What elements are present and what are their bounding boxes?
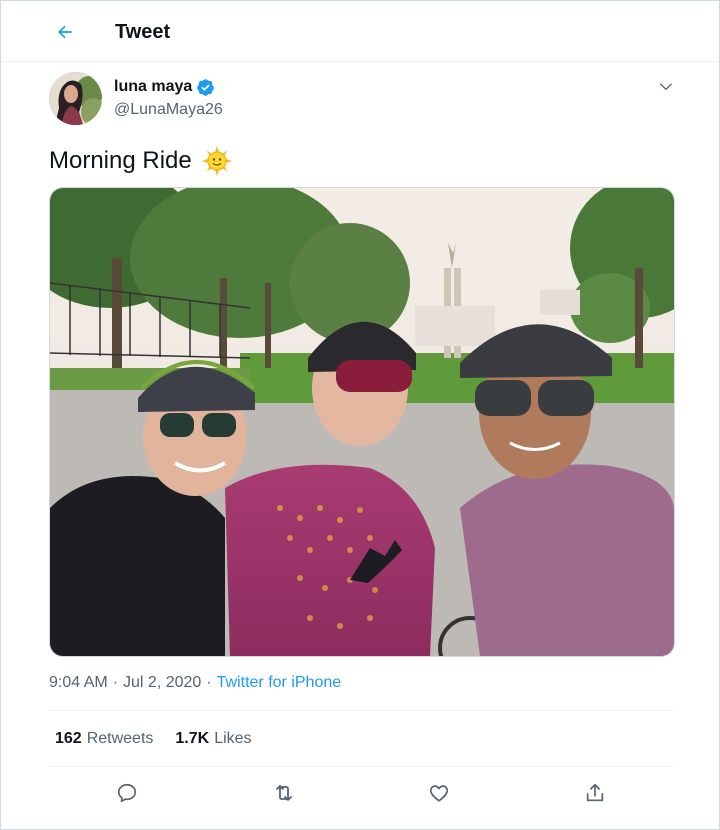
like-button[interactable] (425, 779, 453, 807)
tweet-meta: 9:04 AM · Jul 2, 2020 · Twitter for iPho… (49, 673, 341, 693)
tweet-date[interactable]: Jul 2, 2020 (123, 673, 201, 693)
share-button[interactable] (581, 779, 609, 807)
avatar[interactable] (49, 72, 102, 125)
tweet-source-link[interactable]: Twitter for iPhone (217, 673, 342, 693)
more-options-button[interactable] (655, 75, 677, 97)
verified-badge-icon (196, 78, 215, 97)
author-name[interactable]: luna maya (114, 77, 215, 97)
retweets-stat[interactable]: 162 Retweets (55, 729, 153, 749)
page-header: Tweet (1, 1, 719, 62)
heart-icon (428, 782, 450, 804)
meta-separator: · (206, 674, 212, 691)
chevron-down-icon (658, 78, 674, 94)
divider (49, 766, 673, 767)
likes-stat[interactable]: 1.7K Likes (175, 729, 251, 749)
tweet-time[interactable]: 9:04 AM (49, 673, 108, 693)
likes-count: 1.7K (175, 730, 210, 747)
tweet-page: Tweet luna maya @LunaMaya26 Morning Ride… (0, 0, 720, 830)
page-title: Tweet (115, 21, 171, 43)
reply-icon (116, 782, 138, 804)
tweet-stats: 162 Retweets 1.7K Likes (55, 729, 274, 749)
reply-button[interactable] (113, 779, 141, 807)
retweet-button[interactable] (270, 779, 298, 807)
tweet-photo[interactable] (49, 187, 675, 657)
display-name-text: luna maya (114, 78, 193, 95)
back-button[interactable] (47, 14, 83, 50)
retweets-count: 162 (55, 730, 82, 747)
likes-label: Likes (214, 730, 252, 747)
author-handle[interactable]: @LunaMaya26 (114, 100, 223, 120)
arrow-left-icon (55, 22, 75, 42)
sun-with-face-emoji-icon (201, 146, 232, 176)
retweets-label: Retweets (86, 730, 154, 747)
meta-separator: · (112, 674, 119, 691)
retweet-icon (272, 781, 296, 805)
share-icon (584, 782, 606, 804)
tweet-text-content: Morning Ride (49, 147, 192, 174)
tweet-text: Morning Ride (49, 145, 232, 177)
divider (49, 710, 673, 711)
